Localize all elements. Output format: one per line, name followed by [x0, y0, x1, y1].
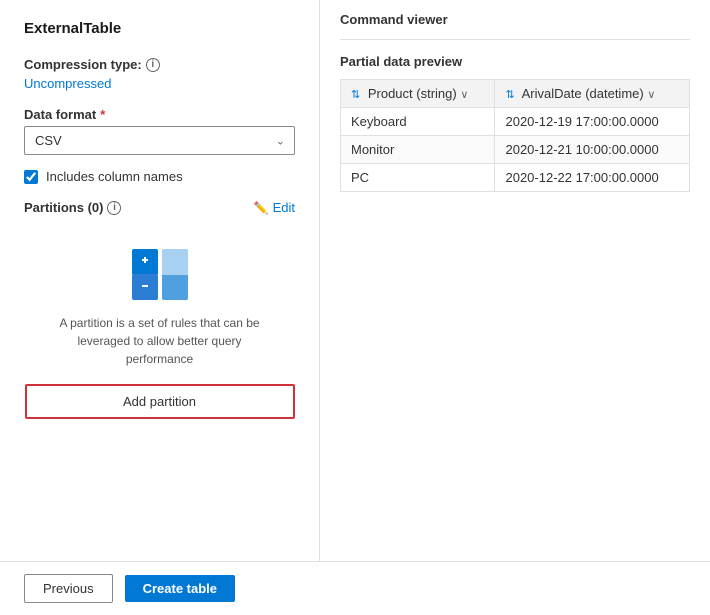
- sort-icon-product: ⇅: [351, 89, 360, 101]
- includes-column-names-checkbox[interactable]: [24, 170, 38, 184]
- page-title: ExternalTable: [24, 20, 295, 37]
- col-header-product: ⇅ Product (string) ∨: [341, 80, 495, 108]
- compression-label: Compression type: i: [24, 57, 295, 72]
- compression-value: Uncompressed: [24, 76, 295, 91]
- table-cell: 2020-12-21 10:00:00.0000: [495, 136, 690, 164]
- table-cell: 2020-12-19 17:00:00.0000: [495, 108, 690, 136]
- partitions-header: Partitions (0) i ✏️ Edit: [24, 200, 295, 215]
- chevron-down-product: ∨: [460, 89, 468, 101]
- partition-description: A partition is a set of rules that can b…: [50, 314, 270, 368]
- includes-column-names-label: Includes column names: [46, 169, 183, 184]
- edit-link[interactable]: ✏️ Edit: [254, 200, 295, 215]
- data-preview-table: ⇅ Product (string) ∨ ⇅ ArivalDate (datet…: [340, 79, 690, 192]
- footer: Previous Create table: [0, 561, 710, 615]
- partitions-info-icon[interactable]: i: [107, 201, 121, 215]
- table-row: Keyboard2020-12-19 17:00:00.0000: [341, 108, 690, 136]
- data-format-wrapper: CSV TSV JSON Parquet ⌄: [24, 126, 295, 155]
- table-row: PC2020-12-22 17:00:00.0000: [341, 164, 690, 192]
- chevron-down-arrival: ∨: [647, 89, 655, 101]
- includes-column-names-row: Includes column names: [24, 169, 295, 184]
- table-cell: Keyboard: [341, 108, 495, 136]
- left-panel: ExternalTable Compression type: i Uncomp…: [0, 0, 320, 561]
- previous-button[interactable]: Previous: [24, 574, 113, 603]
- table-cell: Monitor: [341, 136, 495, 164]
- partitions-title: Partitions (0) i: [24, 200, 121, 215]
- command-viewer-title: Command viewer: [340, 12, 690, 27]
- col-header-arrival: ⇅ ArivalDate (datetime) ∨: [495, 80, 690, 108]
- data-format-label: Data format *: [24, 107, 295, 122]
- table-cell: 2020-12-22 17:00:00.0000: [495, 164, 690, 192]
- partition-icon: [130, 247, 190, 302]
- add-partition-button[interactable]: Add partition: [25, 384, 295, 419]
- compression-info-icon[interactable]: i: [146, 58, 160, 72]
- pencil-icon: ✏️: [254, 201, 269, 215]
- table-row: Monitor2020-12-21 10:00:00.0000: [341, 136, 690, 164]
- required-star: *: [100, 107, 105, 122]
- divider-1: [340, 39, 690, 40]
- partition-visual: A partition is a set of rules that can b…: [24, 231, 295, 439]
- partial-preview-title: Partial data preview: [340, 54, 690, 69]
- right-panel: Command viewer Partial data preview ⇅ Pr…: [320, 0, 710, 561]
- create-table-button[interactable]: Create table: [125, 575, 235, 602]
- sort-icon-arrival: ⇅: [505, 89, 514, 101]
- data-format-select[interactable]: CSV TSV JSON Parquet: [24, 126, 295, 155]
- table-cell: PC: [341, 164, 495, 192]
